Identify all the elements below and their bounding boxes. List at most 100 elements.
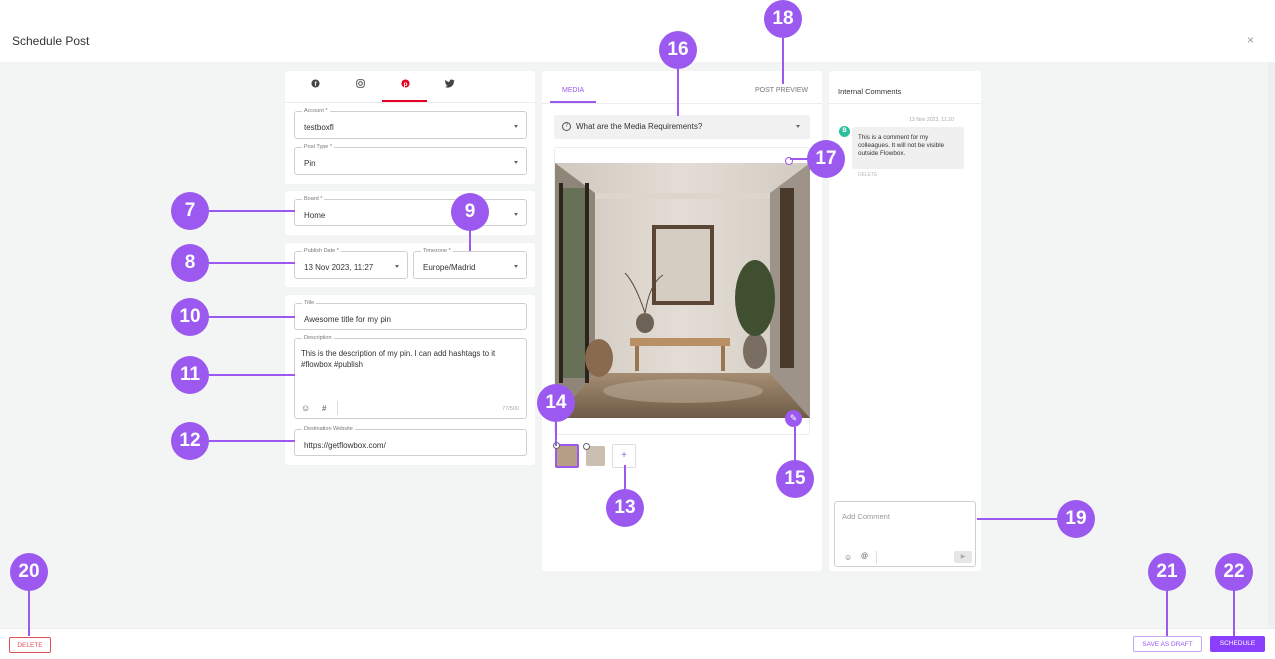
post-type-select[interactable]: Post Type * Pin	[294, 143, 527, 175]
callout-line-15	[794, 427, 796, 462]
post-type-value: Pin	[304, 159, 316, 168]
title-value: Awesome title for my pin	[304, 315, 391, 324]
callout-line-21	[1166, 590, 1168, 636]
callout-20: 20	[10, 553, 48, 591]
twitter-icon[interactable]	[442, 79, 458, 91]
instagram-icon[interactable]	[352, 79, 368, 91]
callout-line-12	[209, 440, 295, 442]
board-panel: Board * Home	[285, 191, 535, 235]
account-value: testboxfl	[304, 123, 334, 132]
callout-line-13	[624, 465, 626, 490]
account-select[interactable]: Account * testboxfl	[294, 107, 527, 139]
callout-line-16	[677, 68, 679, 116]
callout-11: 11	[171, 356, 209, 394]
pinterest-icon[interactable]: p	[397, 79, 413, 91]
emoji-icon[interactable]: ☺	[844, 553, 852, 562]
chevron-down-icon	[796, 125, 800, 128]
chevron-down-icon	[514, 265, 518, 268]
modal-title: Schedule Post	[12, 34, 90, 48]
title-input[interactable]: Title Awesome title for my pin	[294, 299, 527, 330]
save-as-draft-button[interactable]: SAVE AS DRAFT	[1133, 636, 1202, 652]
publish-date-picker[interactable]: Publish Date * 13 Nov 2023, 11:27	[294, 247, 408, 279]
comments-panel: Internal Comments 13 Nov 2023, 11:20 B T…	[829, 71, 981, 571]
svg-text:p: p	[403, 81, 407, 88]
publish-date-label: Publish Date *	[302, 247, 341, 255]
schedule-button[interactable]: SCHEDULE	[1210, 636, 1265, 652]
media-image	[555, 163, 810, 418]
add-comment-box[interactable]: Add Comment ☺ @ ▶	[834, 501, 976, 567]
tab-post-preview[interactable]: POST PREVIEW	[755, 87, 808, 94]
modal-header	[0, 0, 1275, 62]
description-label: Description	[302, 334, 334, 342]
media-requirements-accordion[interactable]: ? What are the Media Requirements?	[554, 115, 810, 139]
delete-button[interactable]: DELETE	[9, 637, 51, 653]
modal-footer	[0, 628, 1275, 659]
callout-16: 16	[659, 31, 697, 69]
callout-9: 9	[451, 193, 489, 231]
chevron-down-icon	[514, 213, 518, 216]
destination-website-input[interactable]: Destination Website https://getflowbox.c…	[294, 425, 527, 456]
callout-line-18	[782, 38, 784, 84]
callout-22: 22	[1215, 553, 1253, 591]
media-panel: MEDIA POST PREVIEW ? What are the Media …	[542, 71, 822, 571]
timezone-label: Timezone *	[421, 247, 453, 255]
close-icon[interactable]: ×	[1247, 33, 1254, 47]
tab-divider	[285, 102, 535, 103]
emoji-icon[interactable]: ☺	[301, 403, 310, 413]
timezone-value: Europe/Madrid	[423, 263, 476, 272]
comments-title: Internal Comments	[838, 87, 902, 96]
account-label: Account *	[302, 107, 330, 115]
schedule-panel: Publish Date * 13 Nov 2023, 11:27 Timezo…	[285, 243, 535, 287]
comment-bubble: This is a comment for my colleagues. It …	[852, 127, 964, 169]
callout-line-14	[555, 422, 557, 446]
remove-thumbnail-2-icon[interactable]	[583, 443, 590, 450]
hashtag-icon[interactable]: #	[322, 404, 326, 413]
callout-15: 15	[776, 460, 814, 498]
comment-delete-link[interactable]: DELETE	[858, 172, 877, 178]
facebook-icon[interactable]: f	[307, 79, 323, 91]
callout-14: 14	[537, 384, 575, 422]
callout-line-22	[1233, 590, 1235, 636]
tab-media[interactable]: MEDIA	[562, 87, 584, 94]
publish-date-value: 13 Nov 2023, 11:27	[304, 263, 374, 272]
mention-icon[interactable]: @	[861, 553, 868, 560]
scrollbar[interactable]	[1268, 62, 1275, 628]
chevron-down-icon	[514, 161, 518, 164]
avatar: B	[839, 126, 850, 137]
callout-17: 17	[807, 140, 845, 178]
toolbar-divider	[337, 401, 338, 415]
content-panel: Title Awesome title for my pin Descripti…	[285, 295, 535, 465]
callout-13: 13	[606, 489, 644, 527]
description-value: This is the description of my pin. I can…	[301, 349, 496, 369]
post-type-label: Post Type *	[302, 143, 335, 151]
comments-divider	[829, 103, 981, 104]
callout-line-7	[209, 210, 295, 212]
title-label: Title	[302, 299, 317, 307]
comment-timestamp: 13 Nov 2023, 11:20	[909, 117, 954, 123]
destination-label: Destination Website	[302, 425, 355, 433]
timezone-select[interactable]: Timezone * Europe/Madrid	[413, 247, 527, 279]
callout-line-10	[209, 316, 295, 318]
character-counter: 77/500	[502, 406, 519, 412]
callout-12: 12	[171, 422, 209, 460]
callout-10: 10	[171, 298, 209, 336]
edit-media-button[interactable]: ✎	[785, 410, 802, 427]
send-comment-button[interactable]: ▶	[954, 551, 972, 563]
help-circle-icon: ?	[562, 122, 571, 131]
comment-toolbar-divider	[876, 551, 877, 564]
callout-line-11	[209, 374, 295, 376]
board-select[interactable]: Board * Home	[294, 195, 527, 226]
callout-line-20	[28, 590, 30, 636]
description-textarea[interactable]: Description This is the description of m…	[294, 334, 527, 419]
account-panel: f p Account * testboxfl Post Type * Pin	[285, 71, 535, 184]
callout-21: 21	[1148, 553, 1186, 591]
callout-18: 18	[764, 0, 802, 38]
callout-19: 19	[1057, 500, 1095, 538]
chevron-down-icon	[395, 265, 399, 268]
comment-text: This is a comment for my colleagues. It …	[858, 134, 945, 157]
media-requirements-label: What are the Media Requirements?	[576, 122, 703, 131]
destination-value: https://getflowbox.com/	[304, 441, 386, 450]
callout-line-19	[977, 518, 1059, 520]
board-label: Board *	[302, 195, 325, 203]
add-comment-placeholder: Add Comment	[842, 512, 890, 521]
